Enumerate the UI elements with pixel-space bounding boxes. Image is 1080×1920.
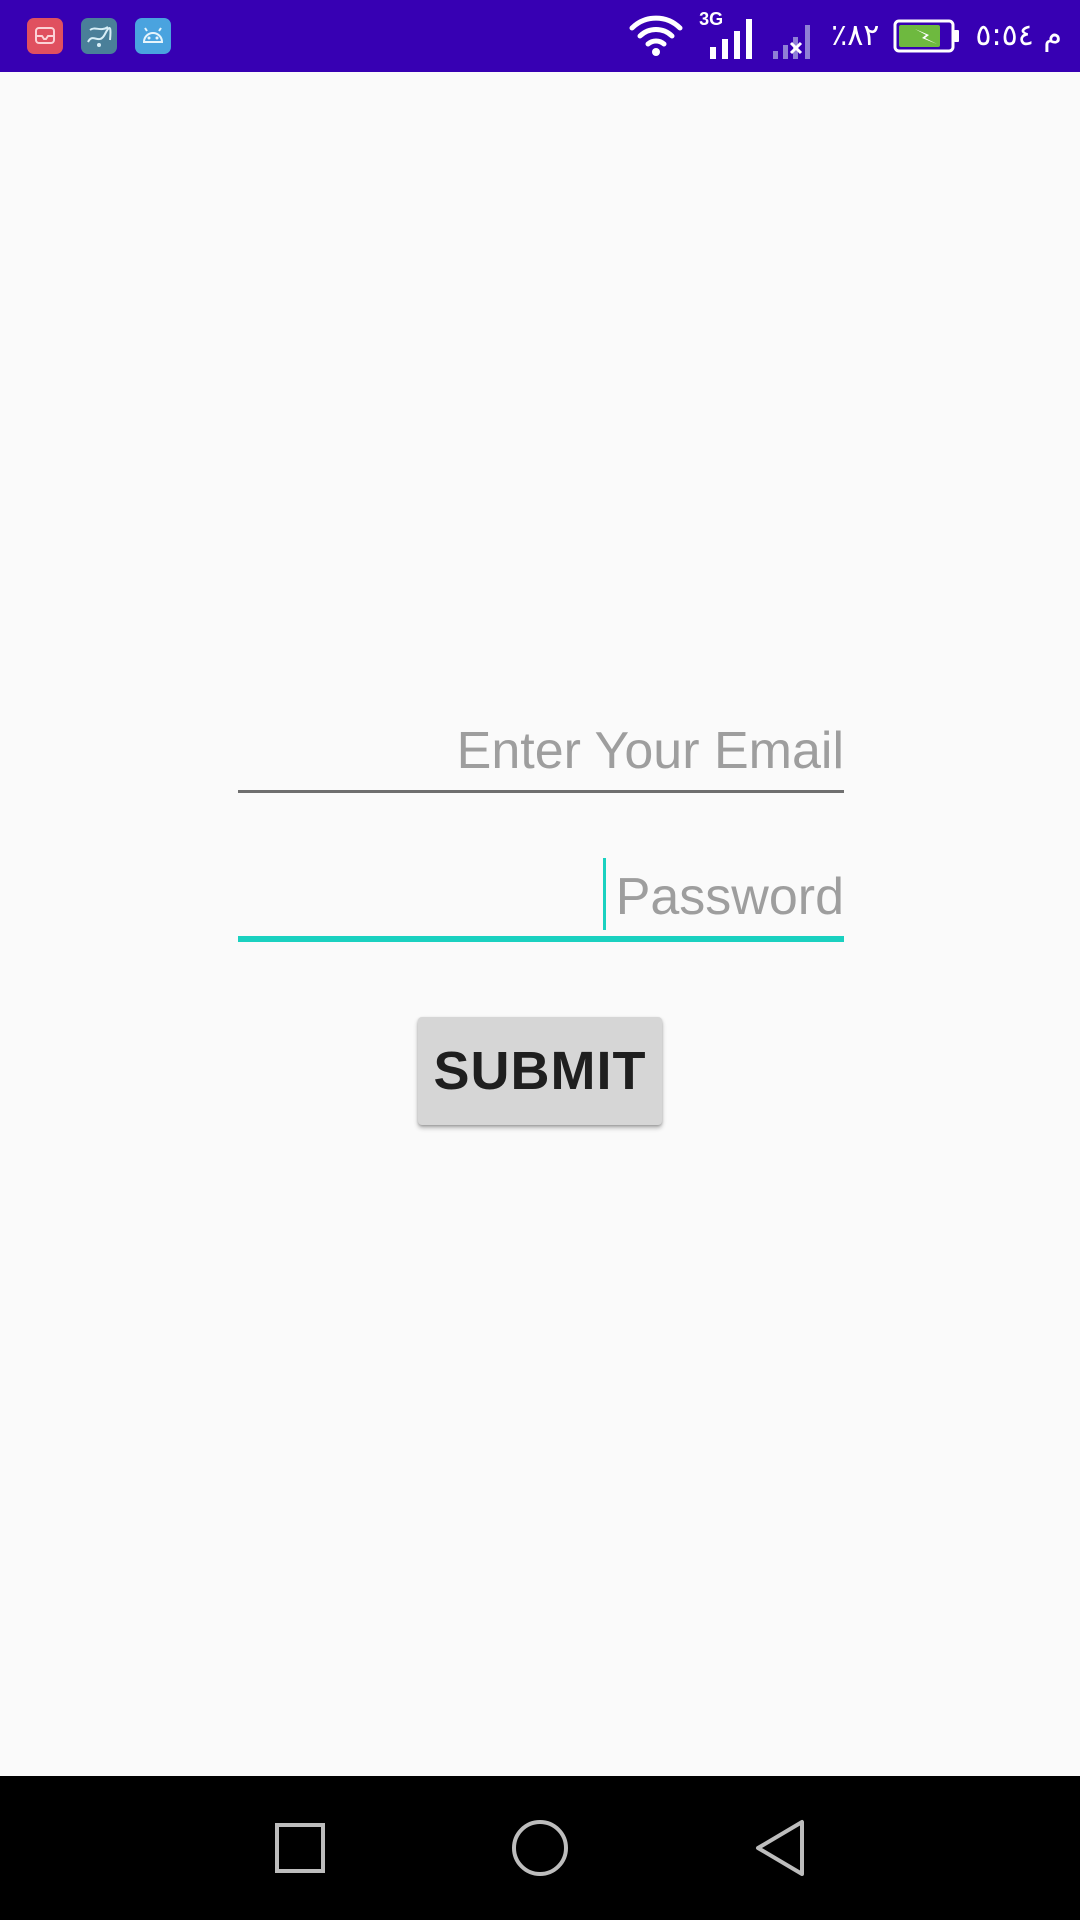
- battery-charging-icon: [893, 19, 961, 53]
- password-underline-focused: [238, 936, 844, 942]
- battery-percent: ٪٨٢: [831, 18, 880, 53]
- email-field[interactable]: [238, 716, 844, 786]
- password-field-container: [238, 862, 844, 932]
- cellular-signal-icon: 3G: [697, 9, 757, 61]
- status-bar: 3G ٪٨٢ م ٥:٥٤: [0, 0, 1080, 72]
- submit-button[interactable]: SUBMIT: [418, 1017, 662, 1125]
- back-icon: [752, 1818, 808, 1878]
- home-icon: [510, 1818, 570, 1878]
- recents-button[interactable]: [250, 1798, 350, 1898]
- text-cursor: [603, 858, 606, 930]
- calligraphy-app-icon: [81, 18, 117, 54]
- navigation-bar: [0, 1776, 1080, 1920]
- status-indicators: 3G ٪٨٢ م ٥:٥٤: [629, 0, 1062, 72]
- recents-icon: [274, 1822, 326, 1874]
- password-field[interactable]: [238, 862, 844, 932]
- home-button[interactable]: [490, 1798, 590, 1898]
- back-button[interactable]: [730, 1798, 830, 1898]
- android-studio-icon: [135, 18, 171, 54]
- no-signal-icon: [771, 11, 817, 61]
- clock: م ٥:٥٤: [975, 18, 1062, 53]
- email-field-container: [238, 716, 844, 786]
- email-underline: [238, 790, 844, 793]
- message-app-icon: [27, 18, 63, 54]
- app-screen: 3G ٪٨٢ م ٥:٥٤ Enter Your Email SUBMIT: [0, 0, 1080, 1920]
- wifi-icon: [629, 14, 683, 58]
